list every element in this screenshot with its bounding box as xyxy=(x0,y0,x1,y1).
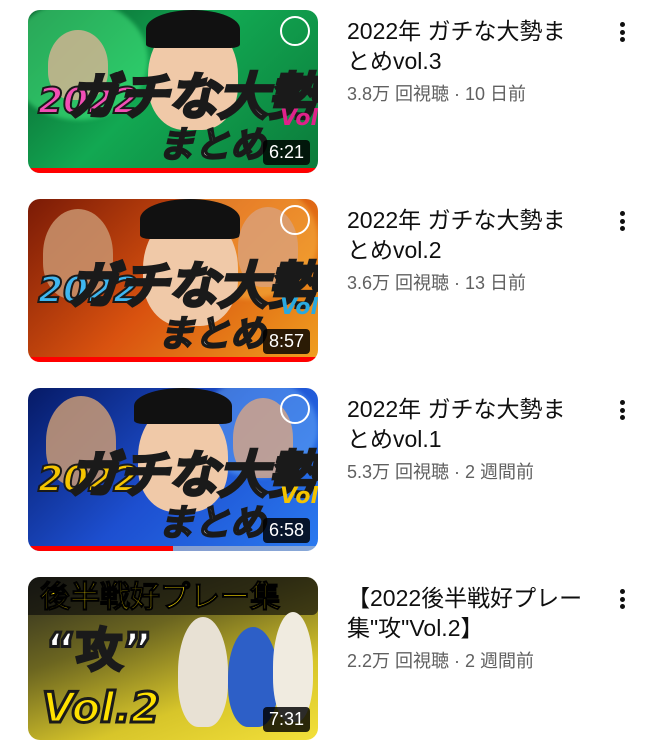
upload-age: 2 週間前 xyxy=(465,651,535,671)
video-thumbnail[interactable]: 2022 ガチな大勢 まとめ Vol. 6:58 xyxy=(28,388,318,551)
video-stats: 3.8万 回視聴 · 10 日前 xyxy=(347,84,527,104)
thumb-main-text: “攻” xyxy=(44,623,153,677)
video-meta: 2022年 ガチな大勢まとめvol.1 5.3万 回視聴 · 2 週間前 xyxy=(347,394,587,484)
more-options-icon[interactable] xyxy=(610,18,634,46)
thumb-sub-text: まとめ xyxy=(157,125,267,166)
video-item-4[interactable]: 後半戦好プレー集 “攻” Vol.2 7:31 【2022後半戦好プレー集"攻"… xyxy=(0,577,650,747)
watch-progress-bar xyxy=(28,168,318,173)
view-count: 5.3万 回視聴 xyxy=(347,462,450,482)
video-duration: 7:31 xyxy=(262,707,310,732)
video-item-1[interactable]: 2022 ガチな大勢 まとめ Vol. 6:21 2022年 ガチな大勢まとめv… xyxy=(0,10,650,180)
video-stats: 2.2万 回視聴 · 2 週間前 xyxy=(347,651,535,671)
video-title[interactable]: 2022年 ガチな大勢まとめvol.1 xyxy=(347,394,587,454)
upload-age: 10 日前 xyxy=(465,84,527,104)
watch-progress-bar xyxy=(28,546,173,551)
upload-age: 2 週間前 xyxy=(465,462,535,482)
video-meta: 【2022後半戦好プレー集"攻"Vol.2】 2.2万 回視聴 · 2 週間前 xyxy=(347,583,587,673)
thumb-sub-text: まとめ xyxy=(157,314,267,355)
thumb-vol-text: Vol. xyxy=(280,484,318,509)
video-item-3[interactable]: 2022 ガチな大勢 まとめ Vol. 6:58 2022年 ガチな大勢まとめv… xyxy=(0,388,650,558)
dramatic-baseball-logo xyxy=(280,394,310,424)
thumb-vol-text: Vol. xyxy=(280,295,318,320)
video-thumbnail[interactable]: 2022 ガチな大勢 まとめ Vol. 8:57 xyxy=(28,199,318,362)
upload-age: 13 日前 xyxy=(465,273,527,293)
more-options-icon[interactable] xyxy=(610,585,634,613)
video-duration: 6:58 xyxy=(262,518,310,543)
dramatic-baseball-logo xyxy=(280,205,310,235)
video-title[interactable]: 2022年 ガチな大勢まとめvol.3 xyxy=(347,16,587,76)
video-thumbnail[interactable]: 2022 ガチな大勢 まとめ Vol. 6:21 xyxy=(28,10,318,173)
thumb-vol-text: Vol. xyxy=(280,106,318,131)
video-item-2[interactable]: 2022 ガチな大勢 まとめ Vol. 8:57 2022年 ガチな大勢まとめv… xyxy=(0,199,650,369)
video-meta: 2022年 ガチな大勢まとめvol.2 3.6万 回視聴 · 13 日前 xyxy=(347,205,587,295)
video-thumbnail[interactable]: 後半戦好プレー集 “攻” Vol.2 7:31 xyxy=(28,577,318,740)
view-count: 3.6万 回視聴 xyxy=(347,273,450,293)
view-count: 2.2万 回視聴 xyxy=(347,651,450,671)
video-title[interactable]: 【2022後半戦好プレー集"攻"Vol.2】 xyxy=(347,583,587,643)
video-stats: 5.3万 回視聴 · 2 週間前 xyxy=(347,462,535,482)
watch-progress-bar xyxy=(28,357,318,362)
thumb-header-text: 後半戦好プレー集 xyxy=(40,580,281,615)
video-duration: 8:57 xyxy=(262,329,310,354)
dramatic-baseball-logo xyxy=(280,16,310,46)
video-title[interactable]: 2022年 ガチな大勢まとめvol.2 xyxy=(347,205,587,265)
video-meta: 2022年 ガチな大勢まとめvol.3 3.8万 回視聴 · 10 日前 xyxy=(347,16,587,106)
video-duration: 6:21 xyxy=(262,140,310,165)
thumb-vol-text: Vol.2 xyxy=(41,683,162,732)
view-count: 3.8万 回視聴 xyxy=(347,84,450,104)
more-options-icon[interactable] xyxy=(610,396,634,424)
video-stats: 3.6万 回視聴 · 13 日前 xyxy=(347,273,527,293)
more-options-icon[interactable] xyxy=(610,207,634,235)
thumb-sub-text: まとめ xyxy=(157,503,267,544)
